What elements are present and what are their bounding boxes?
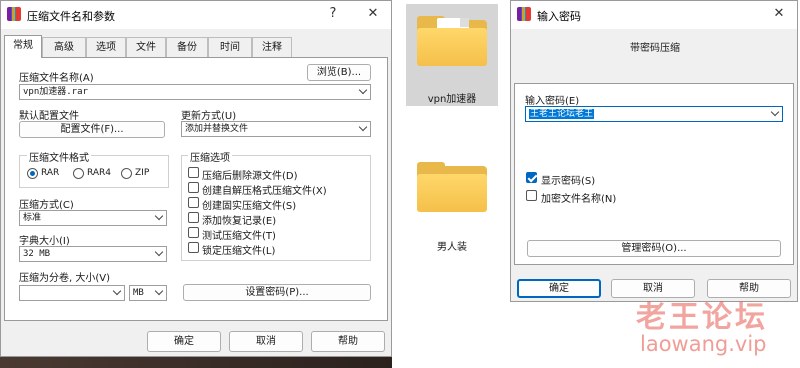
split-unit-select[interactable]: MB <box>129 285 167 301</box>
chevron-down-icon[interactable] <box>154 247 164 257</box>
archive-name-label: 压缩文件名称(A) <box>19 73 94 84</box>
close-icon[interactable]: ✕ <box>769 5 789 23</box>
set-password-button[interactable]: 设置密码(P)... <box>183 284 371 301</box>
chevron-down-icon[interactable] <box>358 85 368 95</box>
options-label: 压缩选项 <box>188 149 232 164</box>
desktop-item-label: vpn加速器 <box>427 94 477 105</box>
option-delete-after-label: 压缩后删除源文件(D) <box>202 171 298 182</box>
desktop-item-folder[interactable]: 男人装 <box>406 150 498 254</box>
close-icon[interactable]: ✕ <box>363 5 383 23</box>
option-lock-checkbox[interactable] <box>188 242 199 253</box>
chevron-down-icon[interactable] <box>112 286 122 296</box>
archive-name-value: vpn加速器.rar <box>23 87 88 97</box>
title-bar: 压缩文件名和参数 ? ✕ <box>1 1 391 29</box>
taskbar-fragment <box>0 357 392 368</box>
method-value: 标准 <box>23 213 42 223</box>
archive-name-input[interactable]: vpn加速器.rar <box>19 84 371 100</box>
radio-rar4-label: RAR4 <box>87 168 112 178</box>
method-select[interactable]: 标准 <box>19 210 167 226</box>
split-size-input[interactable] <box>19 285 125 301</box>
watermark-logo-text: 老王论坛 <box>636 300 768 335</box>
option-solid-checkbox[interactable] <box>188 197 199 208</box>
option-sfx-checkbox[interactable] <box>188 182 199 193</box>
option-test-checkbox[interactable] <box>188 227 199 238</box>
desktop-item-label: 男人装 <box>437 242 467 253</box>
profile-button[interactable]: 配置文件(F)... <box>19 121 165 138</box>
encrypt-names-checkbox[interactable] <box>526 190 537 201</box>
option-lock-label: 锁定压缩文件(L) <box>202 246 276 257</box>
encrypt-names-label: 加密文件名称(N) <box>541 194 617 205</box>
split-label: 压缩为分卷, 大小(V) <box>19 273 111 284</box>
chevron-down-icon[interactable] <box>770 107 780 117</box>
chevron-down-icon[interactable] <box>154 211 164 221</box>
tab-options[interactable]: 选项 <box>86 37 126 57</box>
browse-button[interactable]: 浏览(B)... <box>307 64 371 81</box>
radio-zip[interactable] <box>121 168 132 179</box>
option-solid-label: 创建固实压缩文件(S) <box>202 201 297 212</box>
dict-select[interactable]: 32 MB <box>19 246 167 262</box>
folder-icon <box>417 162 487 212</box>
option-test-label: 测试压缩文件(T) <box>202 231 276 242</box>
radio-rar[interactable] <box>27 168 38 179</box>
option-delete-after-checkbox[interactable] <box>188 167 199 178</box>
dict-label: 字典大小(I) <box>19 236 70 247</box>
dialog-title: 输入密码 <box>537 10 581 23</box>
split-unit-value: MB <box>133 288 144 298</box>
winrar-icon <box>7 7 21 21</box>
update-mode-select[interactable]: 添加并替换文件 <box>181 121 371 137</box>
desktop-item-vpn[interactable]: vpn加速器 <box>406 4 498 106</box>
folder-with-document-icon <box>417 16 487 66</box>
tab-backup[interactable]: 备份 <box>166 37 208 57</box>
ok-button[interactable]: 确定 <box>147 331 221 352</box>
password-input[interactable]: 王老王论坛老王 <box>525 106 783 122</box>
radio-zip-label: ZIP <box>135 168 150 178</box>
chevron-down-icon[interactable] <box>358 122 368 132</box>
radio-rar4[interactable] <box>73 168 84 179</box>
update-mode-label: 更新方式(U) <box>181 111 237 122</box>
tab-time[interactable]: 时间 <box>208 37 252 57</box>
dialog-heading: 带密码压缩 <box>630 43 680 54</box>
option-recovery-label: 添加恢复记录(E) <box>202 216 277 227</box>
title-bar: 输入密码 ✕ <box>511 1 797 29</box>
archive-params-dialog: 压缩文件名和参数 ? ✕ 常规 高级 选项 文件 备份 时间 注释 压缩文件名称… <box>0 0 392 357</box>
default-profile-label: 默认配置文件 <box>19 111 79 122</box>
tab-general[interactable]: 常规 <box>4 35 42 58</box>
password-label: 输入密码(E) <box>525 96 580 107</box>
help-title-button[interactable]: ? <box>323 5 343 23</box>
password-dialog: 输入密码 ✕ 带密码压缩 输入密码(E) 王老王论坛老王 显示密码(S) 加密文… <box>510 0 798 302</box>
cancel-button[interactable]: 取消 <box>229 331 303 352</box>
general-panel: 压缩文件名称(A) 浏览(B)... vpn加速器.rar 默认配置文件 配置文… <box>4 57 388 321</box>
tab-comment[interactable]: 注释 <box>252 37 292 57</box>
format-label: 压缩文件格式 <box>27 149 91 164</box>
chevron-down-icon[interactable] <box>154 286 164 296</box>
dialog-title: 压缩文件名和参数 <box>27 10 115 23</box>
tab-files[interactable]: 文件 <box>126 37 166 57</box>
ok-button[interactable]: 确定 <box>517 279 601 298</box>
watermark-url: laowang.vip <box>640 332 767 356</box>
help-button[interactable]: 帮助 <box>311 331 385 352</box>
password-panel: 输入密码(E) 王老王论坛老王 显示密码(S) 加密文件名称(N) 管理密码(O… <box>514 83 794 265</box>
winrar-icon <box>517 7 531 21</box>
manage-password-button[interactable]: 管理密码(O)... <box>527 240 781 257</box>
dict-value: 32 MB <box>23 249 51 259</box>
method-label: 压缩方式(C) <box>19 200 74 211</box>
option-recovery-checkbox[interactable] <box>188 212 199 223</box>
password-value: 王老王论坛老王 <box>529 109 595 119</box>
show-password-checkbox[interactable] <box>526 172 537 183</box>
show-password-label: 显示密码(S) <box>541 176 596 187</box>
tab-advanced[interactable]: 高级 <box>42 37 86 57</box>
update-mode-value: 添加并替换文件 <box>185 124 249 134</box>
radio-rar-label: RAR <box>41 168 60 178</box>
option-sfx-label: 创建自解压格式压缩文件(X) <box>202 186 327 197</box>
